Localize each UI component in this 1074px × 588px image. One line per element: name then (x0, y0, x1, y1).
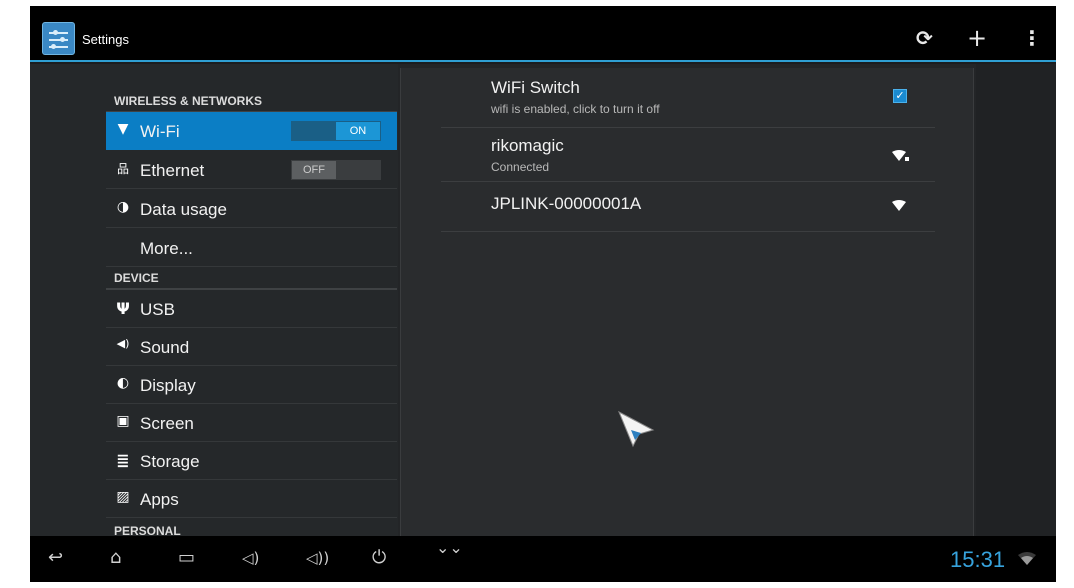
wifi-panel: WiFi Switch wifi is enabled, click to tu… (400, 68, 974, 536)
app-title[interactable]: Settings (82, 32, 129, 47)
network-status: Connected (491, 160, 550, 174)
section-header-wireless: WIRELESS & NETWORKS (114, 94, 263, 108)
recent-apps-button[interactable]: ▭ (178, 548, 195, 568)
usb-icon: Ψ (116, 299, 130, 318)
slider-knob (51, 44, 56, 49)
sidebar-item-usb[interactable]: Ψ USB (106, 290, 397, 328)
back-button[interactable]: ↩ (48, 548, 63, 568)
system-nav-bar: ↩ ⌂ ▭ ◁) ◁)) ⏻ ⌄⌄ 15:31 (30, 536, 1056, 582)
storage-icon: ≣ (116, 451, 130, 470)
sidebar-item-label: Sound (140, 338, 190, 357)
add-icon[interactable]: + (967, 26, 987, 50)
sidebar-item-label: Wi-Fi (140, 122, 180, 141)
overflow-menu-icon[interactable]: ⋮ (1022, 28, 1042, 48)
sidebar-item-more[interactable]: More... (106, 229, 397, 267)
home-button[interactable]: ⌂ (110, 548, 121, 568)
power-button[interactable]: ⏻ (372, 548, 386, 568)
slider-line (49, 39, 68, 41)
apps-icon: ▨ (116, 489, 130, 505)
sidebar-item-data-usage[interactable]: ◑ Data usage (106, 190, 397, 228)
network-row[interactable]: rikomagic Connected (441, 128, 935, 182)
action-bar: Settings ⟳ + ⋮ (30, 6, 1056, 62)
data-usage-icon: ◑ (116, 199, 130, 215)
wifi-switch-subtitle: wifi is enabled, click to turn it off (491, 102, 660, 116)
wifi-secured-icon (892, 150, 909, 161)
sound-icon: ◀) (116, 337, 130, 350)
sidebar-item-label: Ethernet (140, 161, 205, 180)
status-wifi-icon (1018, 552, 1036, 565)
sidebar-item-label: Storage (140, 452, 200, 471)
volume-up-button[interactable]: ◁)) (306, 548, 329, 568)
sidebar-item-storage[interactable]: ≣ Storage (106, 442, 397, 480)
wifi-signal-icon (892, 200, 906, 211)
section-header-device: DEVICE (114, 271, 159, 285)
toggle-state: ON (336, 122, 380, 140)
display-icon: ◐ (116, 375, 130, 391)
expand-button[interactable]: ⌄⌄ (436, 540, 463, 556)
sidebar-item-label: Screen (140, 414, 194, 433)
android-screen: Settings ⟳ + ⋮ WIRELESS & NETWORKS ▼ Wi-… (30, 6, 1056, 582)
screen-icon: ▣ (116, 413, 130, 429)
sidebar-item-label: Display (140, 376, 196, 395)
settings-content: WIRELESS & NETWORKS ▼ Wi-Fi ON 品 Etherne… (30, 64, 1056, 538)
settings-sidebar: WIRELESS & NETWORKS ▼ Wi-Fi ON 品 Etherne… (30, 64, 398, 538)
sidebar-item-ethernet[interactable]: 品 Ethernet OFF (106, 151, 397, 189)
wifi-toggle[interactable]: ON (291, 121, 381, 141)
sidebar-item-wifi[interactable]: ▼ Wi-Fi ON (106, 112, 397, 150)
wifi-switch-row[interactable]: WiFi Switch wifi is enabled, click to tu… (441, 68, 935, 128)
slider-line (49, 32, 68, 34)
mouse-cursor-icon (618, 410, 655, 448)
sidebar-item-apps[interactable]: ▨ Apps (106, 480, 397, 518)
slider-knob (60, 37, 65, 42)
volume-down-button[interactable]: ◁) (242, 548, 259, 568)
network-row[interactable]: JPLINK-00000001A (441, 182, 935, 232)
sidebar-item-label: Apps (140, 490, 179, 509)
wifi-icon: ▼ (117, 121, 129, 137)
wifi-switch-checkbox[interactable]: ✓ (893, 89, 907, 103)
ethernet-icon: 品 (116, 162, 129, 176)
wifi-switch-title: WiFi Switch (491, 78, 580, 97)
slider-knob (53, 30, 58, 35)
network-ssid: rikomagic (491, 136, 564, 155)
sidebar-item-sound[interactable]: ◀) Sound (106, 328, 397, 366)
panel-gutter (976, 64, 1056, 536)
ethernet-toggle[interactable]: OFF (291, 160, 381, 180)
sidebar-item-label: More... (140, 239, 193, 258)
network-ssid: JPLINK-00000001A (491, 194, 642, 213)
sidebar-item-label: Data usage (140, 200, 227, 219)
sidebar-item-label: USB (140, 300, 175, 319)
clock[interactable]: 15:31 (950, 547, 1005, 573)
settings-app-icon[interactable] (42, 22, 75, 55)
sidebar-item-display[interactable]: ◐ Display (106, 366, 397, 404)
toggle-state: OFF (292, 161, 336, 179)
sidebar-item-screen[interactable]: ▣ Screen (106, 404, 397, 442)
sync-icon[interactable]: ⟳ (916, 28, 933, 48)
